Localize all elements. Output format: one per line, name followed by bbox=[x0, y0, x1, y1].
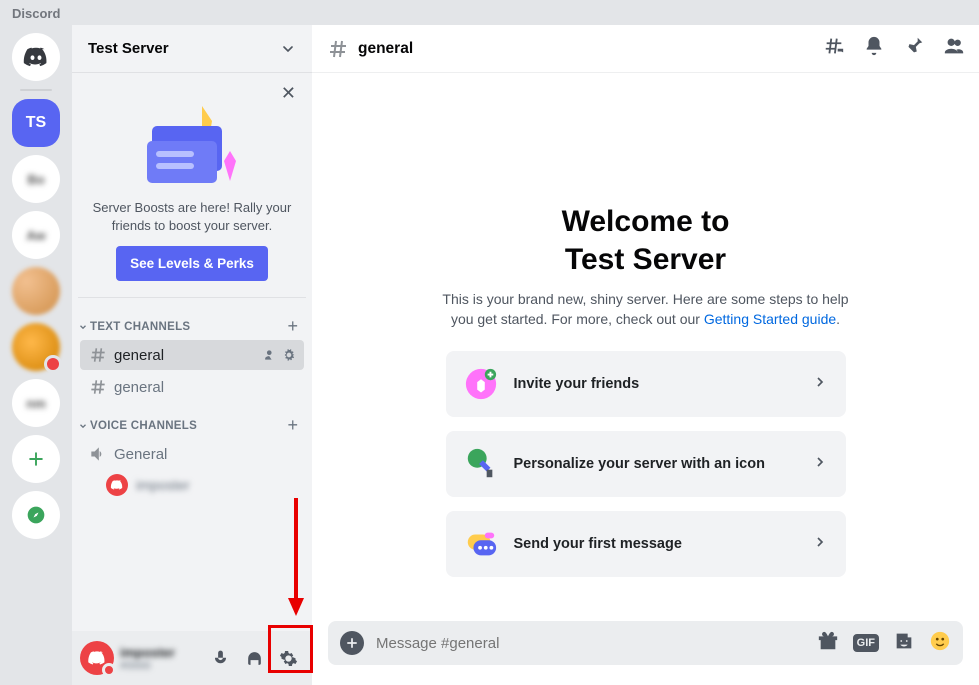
gear-icon[interactable] bbox=[282, 348, 296, 362]
chevron-right-icon bbox=[812, 374, 828, 395]
category-text-channels[interactable]: TEXT CHANNELS + bbox=[72, 304, 312, 339]
attach-button[interactable] bbox=[340, 631, 364, 655]
invite-icon[interactable] bbox=[264, 348, 278, 362]
channel-general-2[interactable]: general bbox=[80, 372, 304, 402]
composer-area: GIF bbox=[312, 621, 979, 685]
discord-icon bbox=[22, 43, 50, 71]
gif-button[interactable]: GIF bbox=[853, 634, 879, 652]
category-voice-channels[interactable]: VOICE CHANNELS + bbox=[72, 403, 312, 438]
channel-name: general bbox=[114, 379, 164, 396]
card-invite-friends[interactable]: Invite your friends bbox=[446, 351, 846, 417]
voice-channel-general[interactable]: General bbox=[80, 439, 304, 469]
add-server-button[interactable] bbox=[12, 435, 60, 483]
avatar bbox=[106, 474, 128, 496]
server-item[interactable]: Bo bbox=[12, 155, 60, 203]
mute-button[interactable] bbox=[204, 642, 236, 674]
self-avatar[interactable] bbox=[80, 641, 114, 675]
channel-sidebar: Test Server ✕ Server Boosts are here! Ra… bbox=[72, 25, 312, 685]
category-label: VOICE CHANNELS bbox=[90, 420, 197, 432]
welcome-title: Welcome toTest Server bbox=[562, 203, 730, 278]
compass-icon bbox=[26, 505, 46, 525]
sticker-button[interactable] bbox=[893, 630, 915, 657]
members-button[interactable] bbox=[943, 35, 965, 62]
plus-icon bbox=[26, 449, 46, 469]
channel-name: General bbox=[114, 446, 167, 463]
emoji-button[interactable] bbox=[929, 630, 951, 657]
welcome-description: This is your brand new, shiny server. He… bbox=[442, 290, 848, 329]
channel-header: general bbox=[312, 25, 979, 73]
server-name: Test Server bbox=[88, 40, 169, 57]
server-initials: TS bbox=[26, 114, 46, 132]
gear-icon bbox=[279, 649, 298, 668]
hash-icon bbox=[326, 37, 350, 61]
create-channel-button[interactable]: + bbox=[287, 415, 304, 436]
invite-icon bbox=[464, 367, 498, 401]
message-input[interactable] bbox=[376, 635, 805, 652]
hash-icon bbox=[88, 345, 108, 365]
card-first-message[interactable]: Send your first message bbox=[446, 511, 846, 577]
server-item[interactable] bbox=[12, 267, 60, 315]
user-settings-button[interactable] bbox=[272, 642, 304, 674]
home-button[interactable] bbox=[12, 33, 60, 81]
server-item[interactable]: Aw bbox=[12, 211, 60, 259]
gift-button[interactable] bbox=[817, 630, 839, 657]
self-username: imposter bbox=[120, 645, 198, 660]
main-content: general Welcome toTest Server This is yo… bbox=[312, 25, 979, 685]
voice-user[interactable]: imposter bbox=[72, 470, 312, 500]
card-label: Invite your friends bbox=[514, 376, 796, 392]
chevron-down-icon bbox=[78, 421, 88, 431]
chevron-right-icon bbox=[812, 534, 828, 555]
server-item[interactable]: nm bbox=[12, 379, 60, 427]
server-header[interactable]: Test Server bbox=[72, 25, 312, 73]
explore-button[interactable] bbox=[12, 491, 60, 539]
speaker-icon bbox=[88, 444, 108, 464]
boost-text-2: friends to boost your server. bbox=[112, 218, 272, 233]
server-list: TS Bo Aw nm bbox=[0, 25, 72, 685]
card-label: Send your first message bbox=[514, 536, 796, 552]
getting-started-link[interactable]: Getting Started guide bbox=[704, 311, 836, 327]
message-composer[interactable]: GIF bbox=[328, 621, 963, 665]
category-label: TEXT CHANNELS bbox=[90, 321, 190, 333]
chevron-down-icon bbox=[280, 41, 296, 57]
app-title: Discord bbox=[12, 6, 60, 21]
self-tag: #0000 bbox=[120, 660, 198, 672]
deafen-button[interactable] bbox=[238, 642, 270, 674]
server-test-server[interactable]: TS bbox=[12, 99, 60, 147]
channel-general[interactable]: general bbox=[80, 340, 304, 370]
pinned-button[interactable] bbox=[903, 35, 925, 62]
boost-card: ✕ Server Boosts are here! Rally your fri… bbox=[78, 79, 306, 298]
card-personalize[interactable]: Personalize your server with an icon bbox=[446, 431, 846, 497]
card-label: Personalize your server with an icon bbox=[514, 456, 796, 472]
welcome-area: Welcome toTest Server This is your brand… bbox=[312, 73, 979, 621]
channel-name: general bbox=[114, 347, 164, 364]
channel-header-name: general bbox=[358, 40, 413, 58]
close-icon[interactable]: ✕ bbox=[281, 83, 296, 104]
paint-icon bbox=[464, 447, 498, 481]
notification-badge bbox=[44, 355, 62, 373]
plus-icon bbox=[345, 636, 359, 650]
chevron-down-icon bbox=[78, 322, 88, 332]
server-divider bbox=[20, 89, 52, 91]
threads-button[interactable] bbox=[823, 35, 845, 62]
boost-button[interactable]: See Levels & Perks bbox=[116, 246, 268, 281]
create-channel-button[interactable]: + bbox=[287, 316, 304, 337]
status-indicator bbox=[102, 663, 116, 677]
notifications-button[interactable] bbox=[863, 35, 885, 62]
boost-text-1: Server Boosts are here! Rally your bbox=[93, 200, 292, 215]
server-item[interactable] bbox=[12, 323, 60, 371]
chevron-right-icon bbox=[812, 454, 828, 475]
voice-user-name: imposter bbox=[136, 477, 190, 493]
user-panel: imposter #0000 bbox=[72, 631, 312, 685]
chat-icon bbox=[464, 527, 498, 561]
hash-icon bbox=[88, 377, 108, 397]
boost-illustration bbox=[88, 93, 296, 193]
